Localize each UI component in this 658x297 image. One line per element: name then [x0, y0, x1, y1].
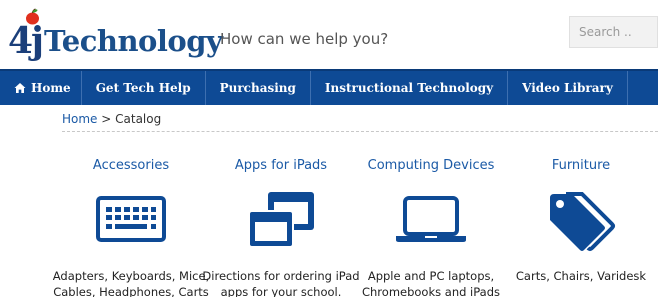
main-nav: Home Get Tech Help Purchasing Instructio… [0, 69, 658, 105]
nav-item-label: Get Tech Help [95, 81, 191, 95]
catalog-grid: Accessories Adapters, Keyboards, Mice, C… [53, 150, 658, 297]
logo-prefix: 4j [8, 20, 44, 62]
nav-item-label: Purchasing [219, 81, 296, 95]
card-description: Directions for ordering iPad apps for yo… [202, 269, 360, 297]
nav-item-home[interactable]: Home [0, 71, 82, 105]
breadcrumb: Home > Catalog [62, 112, 658, 132]
tagline: How can we help you? [220, 30, 389, 48]
nav-item-label: Video Library [522, 81, 613, 95]
breadcrumb-home-link[interactable]: Home [62, 112, 97, 126]
card-description: Carts, Chairs, Varidesk [515, 269, 647, 283]
windows-icon[interactable] [246, 190, 316, 250]
catalog-card-apps-for-ipads[interactable]: Apps for iPads Directions for ordering i… [202, 150, 359, 297]
nav-item-get-tech-help[interactable]: Get Tech Help [82, 71, 206, 105]
breadcrumb-current: Catalog [115, 112, 162, 126]
site-logo[interactable]: 4j Technology [6, 8, 223, 62]
card-description: Adapters, Keyboards, Mice, Cables, Headp… [52, 269, 210, 297]
home-icon [14, 83, 26, 93]
nav-item-label: Home [31, 81, 71, 95]
tags-icon[interactable] [546, 190, 616, 252]
catalog-card-accessories[interactable]: Accessories Adapters, Keyboards, Mice, C… [53, 150, 209, 297]
card-title[interactable]: Accessories [56, 158, 206, 173]
catalog-card-computing-devices[interactable]: Computing Devices Apple and PC laptops, … [356, 150, 506, 297]
site-header: 4j Technology How can we help you? [0, 0, 658, 68]
search-input[interactable] [569, 16, 658, 48]
breadcrumb-separator: > [97, 112, 116, 126]
nav-item-purchasing[interactable]: Purchasing [206, 71, 311, 105]
card-title[interactable]: Furniture [506, 158, 656, 173]
nav-item-video-library[interactable]: Video Library [508, 71, 628, 105]
nav-item-instructional-technology[interactable]: Instructional Technology [311, 71, 509, 105]
catalog-card-furniture[interactable]: Furniture Carts, Chairs, Varidesk [506, 150, 656, 297]
laptop-icon[interactable] [395, 196, 467, 244]
card-title[interactable]: Computing Devices [356, 158, 506, 173]
card-description: Apple and PC laptops, Chromebooks and iP… [361, 269, 501, 297]
card-title[interactable]: Apps for iPads [206, 158, 356, 173]
nav-item-label: Instructional Technology [324, 81, 494, 95]
logo-wordmark: Technology [44, 24, 223, 58]
keyboard-icon[interactable] [96, 196, 166, 242]
